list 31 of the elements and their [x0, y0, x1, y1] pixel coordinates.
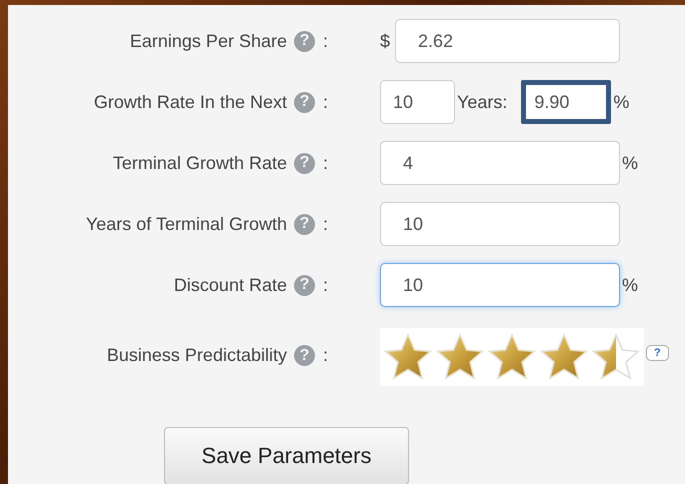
- percent-sign: %: [622, 274, 638, 296]
- input-field[interactable]: 10: [380, 263, 620, 307]
- field-label: Years of Terminal Growth: [86, 214, 287, 234]
- star-icon: [590, 332, 642, 382]
- star-icon: [538, 332, 590, 382]
- colon: :: [322, 152, 328, 174]
- colon: :: [322, 345, 328, 366]
- field-label: Growth Rate In the Next: [94, 92, 287, 112]
- field-label: Terminal Growth Rate: [112, 152, 287, 174]
- input-field[interactable]: 2.62: [395, 19, 620, 63]
- star-icon: [486, 332, 538, 382]
- growth-rate-field[interactable]: 9.90: [521, 80, 612, 124]
- percent-sign: %: [613, 92, 630, 112]
- save-button[interactable]: Save Parameters: [164, 427, 409, 484]
- colon: :: [322, 30, 328, 52]
- input-field[interactable]: 4: [380, 141, 620, 185]
- colon: :: [322, 274, 328, 296]
- currency-symbol: $: [380, 30, 392, 52]
- years-field[interactable]: 10: [380, 80, 455, 124]
- years-label: Years:: [457, 92, 508, 112]
- field-label: Earnings Per Share: [130, 30, 287, 52]
- star-icon: [382, 332, 434, 382]
- field-label: Business Predictability: [106, 345, 287, 366]
- tooltip-icon[interactable]: ?: [646, 345, 669, 361]
- percent-sign: %: [622, 152, 638, 174]
- colon: :: [322, 92, 328, 112]
- field-label: Discount Rate: [174, 274, 287, 296]
- colon: :: [322, 214, 328, 234]
- star-rating[interactable]: [380, 328, 644, 386]
- input-field[interactable]: 10: [380, 202, 620, 246]
- star-icon: [434, 332, 486, 382]
